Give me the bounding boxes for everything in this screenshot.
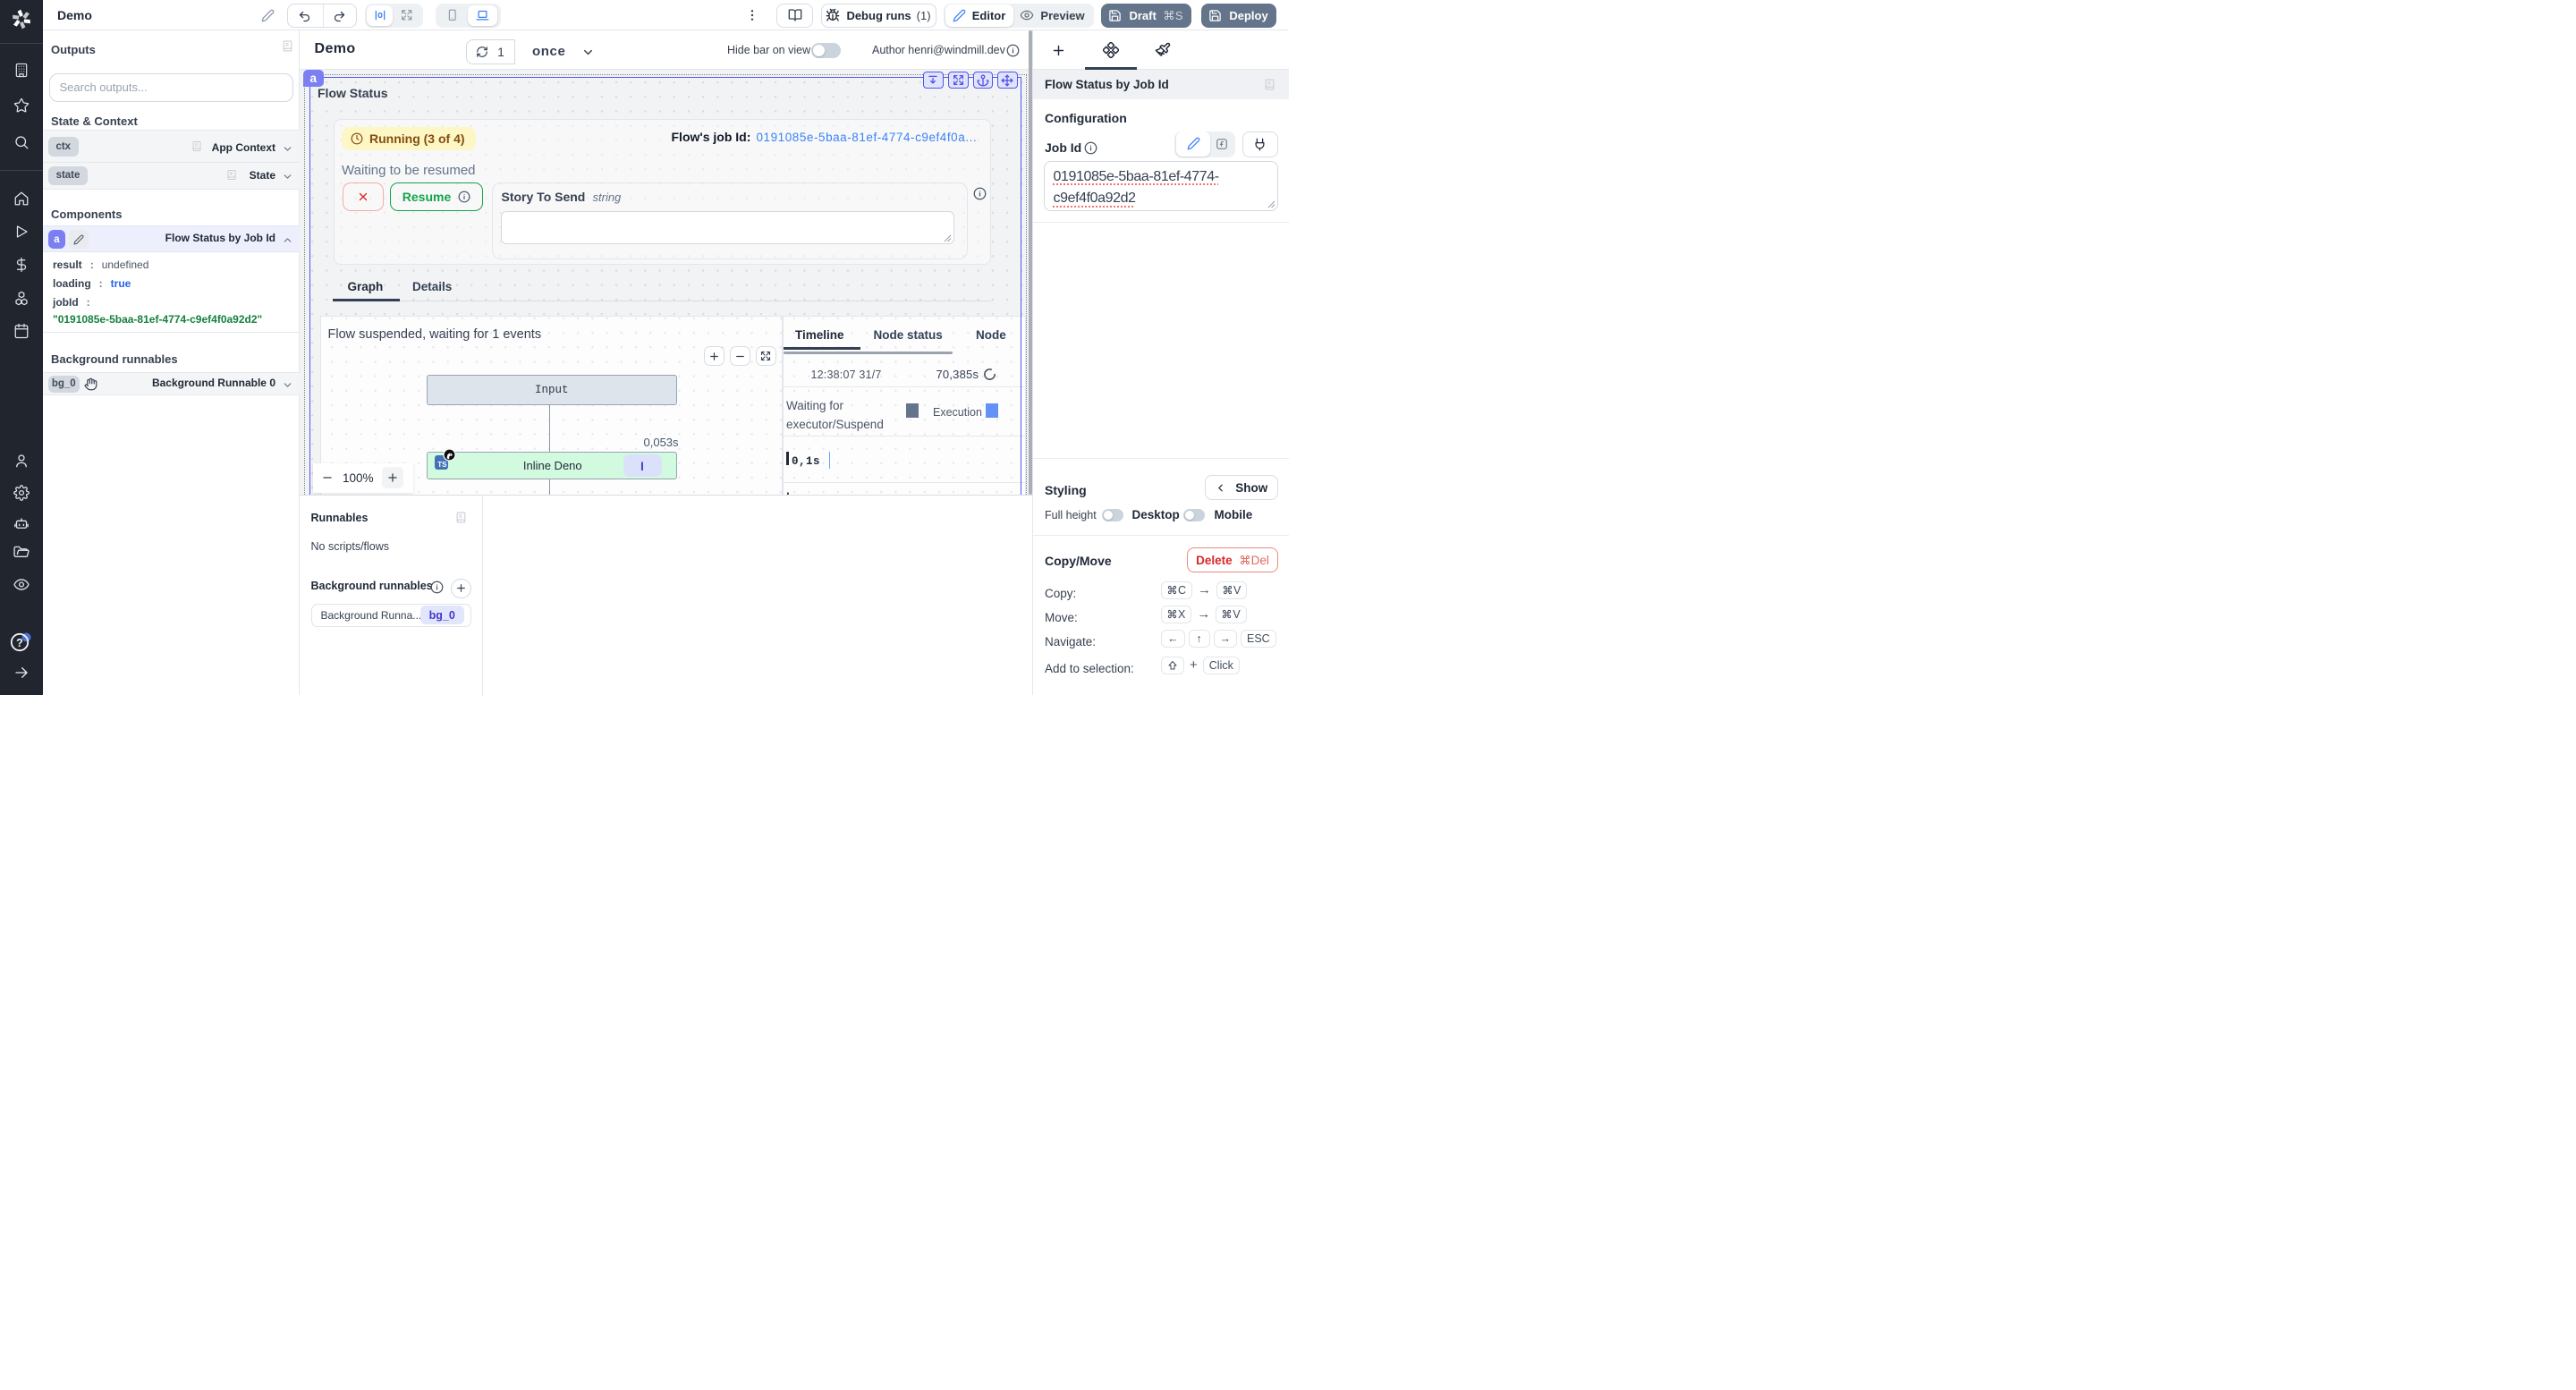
svg-text:?: ? — [16, 637, 23, 649]
